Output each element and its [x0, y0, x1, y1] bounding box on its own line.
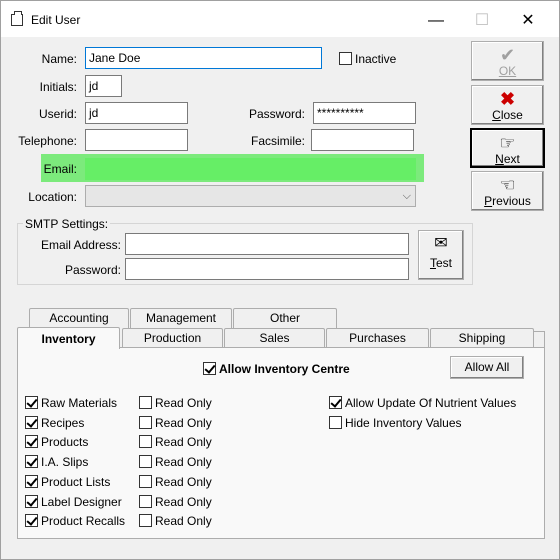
inventory-item-checkbox[interactable] — [25, 514, 38, 528]
close-button[interactable]: ✖ Close — [471, 85, 544, 125]
maximize-button[interactable]: ☐ — [459, 7, 505, 35]
telephone-field[interactable] — [85, 129, 188, 151]
inventory-item-label: Recipes — [41, 415, 85, 430]
tab-shipping[interactable]: Shipping — [430, 328, 534, 347]
edit-user-window: Edit User — ☐ ✕ Name: Jane Doe Inactive … — [0, 0, 560, 560]
inventory-item-label: Product Recalls — [41, 514, 126, 529]
read-only-label: Read Only — [155, 396, 212, 410]
window-app-icon — [11, 11, 23, 26]
facsimile-field[interactable] — [311, 129, 414, 151]
password-field[interactable]: ********** — [313, 102, 416, 124]
read-only-checkbox[interactable] — [139, 514, 152, 528]
tab-inventory[interactable]: Inventory — [17, 327, 120, 349]
tab-production[interactable]: Production — [122, 328, 223, 347]
window-title: Edit User — [31, 13, 81, 27]
chevron-down-icon: ⌵ — [402, 190, 411, 202]
smtp-email-field[interactable] — [125, 233, 409, 255]
name-field[interactable]: Jane Doe — [85, 47, 322, 69]
userid-field[interactable]: jd — [85, 102, 188, 124]
read-only-label: Read Only — [155, 455, 212, 470]
checkmark-icon: ✔ — [499, 45, 516, 65]
inventory-item-label: Label Designer — [41, 494, 122, 509]
read-only-label: Read Only — [155, 514, 212, 529]
pointing-right-hand-icon: ☞ — [499, 133, 516, 153]
password-label: Password: — [248, 107, 305, 121]
read-only-label: Read Only — [155, 474, 212, 489]
read-only-label: Read Only — [155, 415, 212, 430]
envelope-icon: ✉ — [434, 235, 448, 252]
read-only-checkbox[interactable] — [139, 494, 152, 508]
hide-inventory-values-checkbox[interactable] — [329, 416, 342, 429]
close-window-button[interactable]: ✕ — [505, 7, 551, 35]
read-only-label: Read Only — [155, 494, 212, 509]
tab-sales[interactable]: Sales — [224, 328, 325, 347]
email-field[interactable] — [85, 158, 416, 180]
smtp-email-label: Email Address: — [40, 238, 121, 252]
telephone-label: Telephone: — [18, 134, 77, 148]
minimize-button[interactable]: — — [413, 7, 459, 35]
ok-button[interactable]: ✔ OK — [471, 41, 544, 81]
location-label: Location: — [28, 190, 77, 204]
facsimile-label: Facsimile: — [250, 134, 305, 148]
inventory-item-label: Products — [41, 435, 89, 450]
tab-accounting[interactable]: Accounting — [29, 308, 129, 328]
tab-management[interactable]: Management — [130, 308, 232, 328]
tab-row-edge — [534, 331, 545, 347]
name-label: Name: — [41, 52, 77, 66]
tab-purchases[interactable]: Purchases — [326, 328, 429, 347]
email-label: Email: — [43, 162, 77, 176]
read-only-checkbox[interactable] — [139, 474, 152, 488]
read-only-checkbox[interactable] — [139, 435, 152, 449]
inactive-checkbox[interactable] — [339, 52, 352, 65]
smtp-password-label: Password: — [64, 263, 121, 277]
inventory-item-checkbox[interactable] — [25, 494, 38, 508]
pointing-left-hand-icon: ☜ — [499, 175, 516, 195]
smtp-settings-label: SMTP Settings: — [23, 217, 111, 231]
previous-button[interactable]: ☜ Previous — [471, 171, 544, 211]
tab-other[interactable]: Other — [233, 308, 337, 328]
inventory-item-label: Raw Materials — [41, 396, 118, 410]
inventory-item-label: Product Lists — [41, 474, 111, 489]
inventory-item-checkbox[interactable] — [25, 396, 38, 409]
read-only-label: Read Only — [155, 435, 212, 450]
read-only-checkbox[interactable] — [139, 396, 152, 409]
hide-inventory-values-label: Hide Inventory Values — [345, 416, 462, 430]
inventory-item-checkbox[interactable] — [25, 455, 38, 469]
test-button[interactable]: ✉ Test — [418, 230, 464, 280]
read-only-checkbox[interactable] — [139, 455, 152, 469]
inventory-item-checkbox[interactable] — [25, 474, 38, 488]
allow-update-nutrient-checkbox[interactable] — [329, 396, 342, 409]
next-button[interactable]: ☞ Next — [470, 128, 545, 168]
red-x-icon: ✖ — [499, 89, 516, 109]
initials-label: Initials: — [39, 80, 77, 94]
smtp-password-field[interactable] — [125, 258, 409, 280]
title-bar: Edit User — ☐ ✕ — [1, 1, 559, 37]
allow-update-nutrient-label: Allow Update Of Nutrient Values — [345, 396, 517, 410]
allow-inventory-centre-checkbox[interactable] — [203, 362, 216, 375]
allow-all-button[interactable]: Allow All — [450, 356, 524, 379]
initials-field[interactable]: jd — [85, 75, 122, 97]
userid-label: Userid: — [38, 107, 77, 121]
read-only-checkbox[interactable] — [139, 415, 152, 429]
location-select[interactable]: ⌵ — [85, 185, 416, 207]
inventory-item-checkbox[interactable] — [25, 415, 38, 429]
allow-inventory-centre-label: Allow Inventory Centre — [219, 362, 350, 376]
inactive-label: Inactive — [355, 52, 397, 66]
inventory-item-checkbox[interactable] — [25, 435, 38, 449]
inventory-item-label: I.A. Slips — [41, 455, 89, 470]
